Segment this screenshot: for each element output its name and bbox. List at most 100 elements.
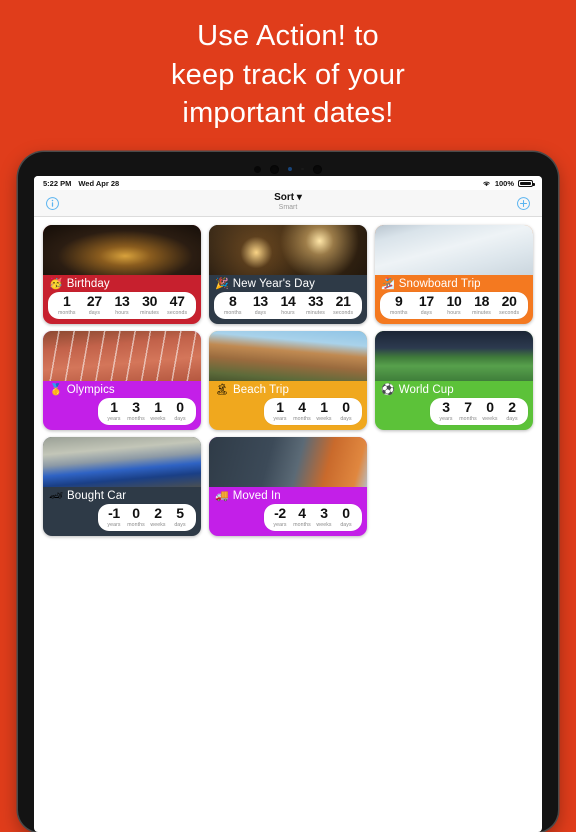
event-card-title-row: 🏂 Snowboard Trip <box>375 275 533 292</box>
countdown-value: 18 <box>474 293 490 309</box>
apartment-building-balconies-photo <box>209 437 367 488</box>
app-nav-bar: Sort ▾ Smart <box>34 190 542 217</box>
countdown-unit-label: hours <box>115 309 129 316</box>
countdown-unit-label: seconds <box>167 309 188 316</box>
countdown-pill[interactable]: 1 years 4 months 1 weeks 0 days <box>264 398 362 426</box>
ipad-screen: 5:22 PM Wed Apr 28 100% Sort ▾ Smart 🥳 B… <box>34 176 542 832</box>
countdown-unit: 33 minutes <box>302 293 330 316</box>
countdown-unit-label: minutes <box>306 309 326 316</box>
countdown-unit: 3 weeks <box>313 506 335 528</box>
delivery-truck-emoji: 🚚 <box>215 489 229 502</box>
countdown-unit: 7 months <box>457 399 479 422</box>
countdown-unit-label: hours <box>281 309 295 316</box>
countdown-value: 1 <box>63 293 71 309</box>
front-camera-icon <box>288 167 293 171</box>
countdown-unit-label: years <box>273 415 287 422</box>
blue-sports-car-photo <box>43 437 201 488</box>
countdown-unit-label: minutes <box>140 309 160 316</box>
event-card[interactable]: 🎉 New Year's Day 8 months 13 days 14 hours 33 min… <box>209 225 367 325</box>
ambient-light-sensor-icon <box>270 164 280 174</box>
event-card-title: Snowboard Trip <box>398 278 481 290</box>
countdown-unit: 20 seconds <box>495 293 523 316</box>
event-card-title: World Cup <box>398 384 454 397</box>
countdown-pill[interactable]: 1 months 27 days 13 hours 30 minutes 47 seconds <box>48 292 196 320</box>
countdown-value: 13 <box>252 293 268 309</box>
countdown-unit-label: months <box>57 309 76 316</box>
event-card-title-row: 🥳 Birthday <box>43 275 201 292</box>
plus-circle-icon[interactable] <box>516 196 531 211</box>
countdown-unit: 1 months <box>53 293 81 316</box>
countdown-value: 33 <box>308 293 324 309</box>
countdown-unit: 18 minutes <box>468 293 496 316</box>
countdown-value: 21 <box>335 293 351 309</box>
countdown-unit-label: minutes <box>472 309 492 316</box>
countdown-unit-label: days <box>420 309 433 316</box>
countdown-unit: 13 hours <box>108 293 136 316</box>
countdown-value: 1 <box>276 399 284 416</box>
countdown-unit: 2 days <box>501 399 523 422</box>
countdown-pill[interactable]: 3 years 7 months 0 weeks 2 days <box>430 398 528 426</box>
countdown-unit: 1 years <box>103 399 125 422</box>
gold-medal-emoji: 🥇 <box>49 383 63 396</box>
countdown-unit: 3 months <box>125 399 147 422</box>
countdown-unit-label: months <box>293 415 311 422</box>
battery-percent-label: 100% <box>494 178 514 188</box>
countdown-unit: -2 years <box>269 506 291 528</box>
countdown-value: 2 <box>508 399 516 416</box>
event-card[interactable]: 🏎 Bought Car -1 years 0 months 2 weeks 5 days <box>43 437 201 537</box>
desert-island-emoji: 🏝 <box>215 383 229 396</box>
countdown-pill[interactable]: 8 months 13 days 14 hours 33 minutes 21 seconds <box>214 292 362 320</box>
countdown-unit: 0 weeks <box>479 399 501 422</box>
event-card[interactable]: ⚽ World Cup 3 years 7 months 0 weeks 2 days <box>375 331 533 431</box>
countdown-value: 7 <box>464 399 472 416</box>
countdown-unit-label: months <box>127 415 145 422</box>
countdown-value: 10 <box>446 293 462 309</box>
event-card[interactable]: 🏝 Beach Trip 1 years 4 months 1 weeks 0 days <box>209 331 367 431</box>
countdown-unit: 9 months <box>385 293 413 316</box>
countdown-unit: 47 seconds <box>163 293 191 316</box>
countdown-unit: 1 years <box>269 399 291 422</box>
countdown-pill[interactable]: 9 months 17 days 10 hours 18 minutes 20 seconds <box>380 292 528 320</box>
countdown-value: -1 <box>108 505 120 522</box>
event-card-grid: 🥳 Birthday 1 months 27 days 13 hours 30 minutes 47… <box>34 217 542 545</box>
countdown-unit-label: years <box>107 521 121 528</box>
countdown-unit: 5 days <box>169 506 191 528</box>
countdown-value: 0 <box>132 505 140 522</box>
ipad-device-frame: 5:22 PM Wed Apr 28 100% Sort ▾ Smart 🥳 B… <box>18 152 558 832</box>
countdown-value: 8 <box>229 293 237 309</box>
countdown-unit-label: weeks <box>482 415 498 422</box>
countdown-value: 0 <box>176 399 184 416</box>
running-track-athletes-photo <box>43 331 201 382</box>
countdown-unit: 14 hours <box>274 293 302 316</box>
event-card[interactable]: 🥳 Birthday 1 months 27 days 13 hours 30 minutes 47… <box>43 225 201 325</box>
sort-control[interactable]: Sort ▾ Smart <box>34 190 542 216</box>
party-face-emoji: 🥳 <box>49 277 63 290</box>
countdown-pill[interactable]: 1 years 3 months 1 weeks 0 days <box>98 398 196 426</box>
event-card-title: New Year's Day <box>232 278 315 290</box>
countdown-unit: 4 months <box>291 506 313 528</box>
countdown-value: 1 <box>110 399 118 416</box>
countdown-unit: 21 seconds <box>329 293 357 316</box>
countdown-unit-label: weeks <box>316 521 332 528</box>
countdown-value: 47 <box>169 293 185 309</box>
countdown-unit-label: days <box>506 415 518 422</box>
racing-car-emoji: 🏎 <box>49 489 63 502</box>
countdown-pill[interactable]: -1 years 0 months 2 weeks 5 days <box>98 504 196 532</box>
ios-status-bar: 5:22 PM Wed Apr 28 100% <box>34 176 542 190</box>
event-card[interactable]: 🥇 Olympics 1 years 3 months 1 weeks 0 days <box>43 331 201 431</box>
sort-label[interactable]: Sort ▾ <box>274 193 302 204</box>
event-card[interactable]: 🚚 Moved In -2 years 4 months 3 weeks 0 days <box>209 437 367 537</box>
event-card-title-row: 🏝 Beach Trip <box>209 381 367 398</box>
sort-sublabel: Smart <box>278 204 298 212</box>
countdown-value: 1 <box>320 399 328 416</box>
countdown-pill[interactable]: -2 years 4 months 3 weeks 0 days <box>264 504 362 532</box>
event-card-title: Moved In <box>232 490 281 503</box>
event-card-title-row: 🚚 Moved In <box>209 487 367 504</box>
wifi-icon <box>482 180 491 187</box>
info-circle-icon[interactable] <box>45 196 60 211</box>
countdown-pill-wrap: 8 months 13 days 14 hours 33 minutes 21 seconds <box>209 292 367 324</box>
event-card-title: Olympics <box>66 384 115 397</box>
event-card-title: Beach Trip <box>232 384 289 397</box>
event-card[interactable]: 🏂 Snowboard Trip 9 months 17 days 10 hours 18 min… <box>375 225 533 325</box>
countdown-unit: 30 minutes <box>136 293 164 316</box>
